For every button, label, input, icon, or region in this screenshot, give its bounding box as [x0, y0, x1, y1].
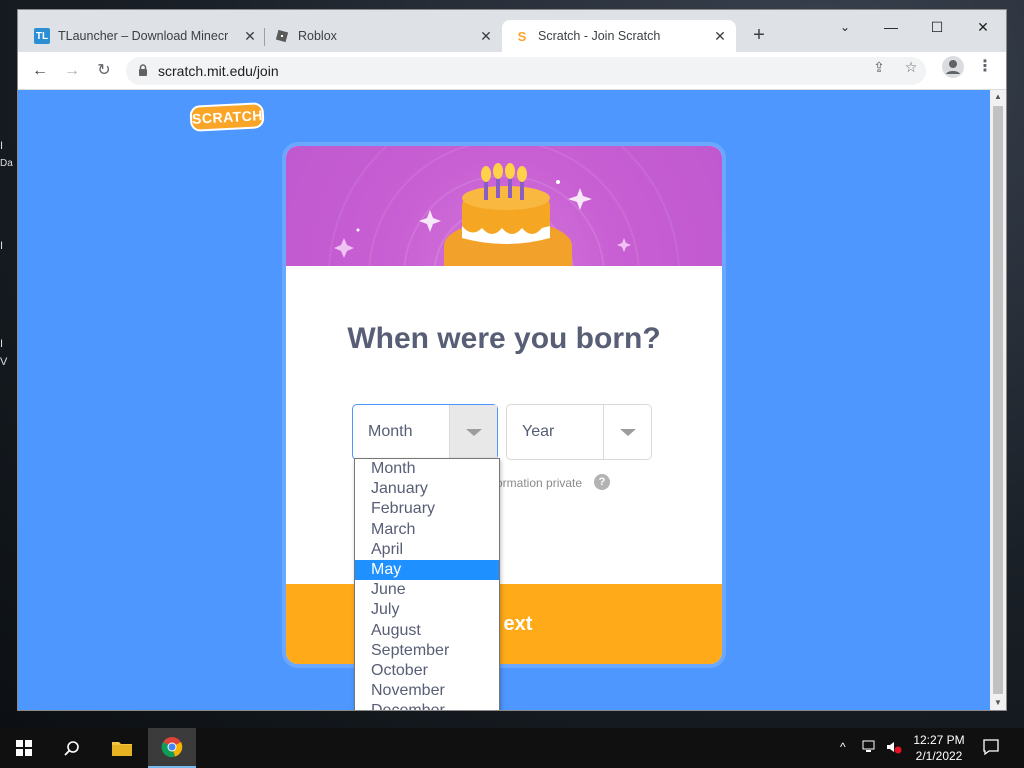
- close-tab-icon[interactable]: ✕: [242, 28, 258, 44]
- tab-separator: [264, 28, 265, 46]
- help-icon[interactable]: ?: [594, 474, 610, 490]
- lock-icon: [138, 63, 150, 79]
- month-option[interactable]: December: [355, 701, 499, 710]
- page-title: When were you born?: [347, 322, 661, 355]
- tlauncher-favicon-icon: TL: [34, 28, 50, 44]
- month-option[interactable]: June: [355, 580, 499, 600]
- month-select[interactable]: Month: [352, 404, 498, 460]
- tab-tlauncher[interactable]: TL TLauncher – Download Minecraft ✕: [34, 20, 258, 52]
- chevron-down-icon: [466, 429, 482, 436]
- next-button[interactable]: ext: [286, 584, 722, 664]
- month-option[interactable]: February: [355, 499, 499, 519]
- profile-avatar-icon[interactable]: [942, 56, 964, 78]
- bookmark-star-icon[interactable]: ☆: [902, 58, 920, 76]
- join-modal: When were you born? Month Year ormation …: [282, 142, 726, 668]
- close-tab-icon[interactable]: ✕: [478, 28, 494, 44]
- tab-title: Scratch - Join Scratch: [538, 29, 661, 43]
- chevron-down-icon: [620, 429, 636, 436]
- desktop-icon-label[interactable]: V: [0, 356, 18, 368]
- birthday-cake-illustration: [328, 146, 680, 452]
- taskbar: ^ 12:27 PM 2/1/2022: [0, 728, 1024, 768]
- month-option[interactable]: August: [355, 621, 499, 641]
- back-arrow-icon[interactable]: ←: [29, 60, 51, 82]
- maximize-button[interactable]: ☐: [922, 16, 952, 38]
- desktop-icon-label[interactable]: Da: [0, 158, 18, 169]
- month-option[interactable]: Month: [355, 459, 499, 479]
- scroll-down-arrow-icon[interactable]: ▼: [990, 696, 1006, 710]
- scrollbar-thumb[interactable]: [993, 106, 1003, 694]
- month-option[interactable]: March: [355, 520, 499, 540]
- scroll-up-arrow-icon[interactable]: ▲: [990, 90, 1006, 104]
- windows-start-icon[interactable]: [0, 728, 48, 768]
- menu-kebab-icon[interactable]: ⋮: [976, 58, 994, 76]
- next-button-label: ext: [503, 613, 533, 635]
- desktop-icon-label[interactable]: I: [0, 338, 18, 350]
- vertical-scrollbar[interactable]: ▲ ▼: [990, 90, 1006, 710]
- page-viewport: SCRATCH When were you born? Month Year o…: [18, 90, 1006, 710]
- show-hidden-icons-chevron-up-icon[interactable]: ^: [840, 740, 846, 754]
- notification-center-icon[interactable]: [982, 738, 1000, 759]
- tab-strip: TL TLauncher – Download Minecraft ✕ Robl…: [18, 10, 1006, 52]
- desktop-icon-label[interactable]: I: [0, 240, 18, 252]
- network-icon[interactable]: [862, 740, 878, 757]
- file-explorer-folder-icon[interactable]: [98, 728, 146, 768]
- month-option[interactable]: October: [355, 661, 499, 681]
- share-icon[interactable]: ⇪: [870, 58, 888, 76]
- month-option[interactable]: July: [355, 600, 499, 620]
- search-icon[interactable]: [48, 728, 96, 768]
- month-select-arrow[interactable]: [449, 405, 497, 459]
- scratch-logo[interactable]: SCRATCH: [189, 102, 265, 132]
- clock-date: 2/1/2022: [915, 749, 963, 763]
- tab-scratch[interactable]: S Scratch - Join Scratch ✕: [502, 20, 736, 52]
- year-select-arrow[interactable]: [603, 405, 651, 459]
- tab-title: TLauncher – Download Minecraft: [58, 29, 228, 43]
- month-option[interactable]: September: [355, 641, 499, 661]
- close-window-button[interactable]: ✕: [968, 16, 998, 38]
- privacy-note: ormation private: [496, 476, 583, 490]
- tab-title: Roblox: [298, 29, 337, 43]
- reload-icon[interactable]: ↻: [93, 60, 115, 82]
- month-option[interactable]: April: [355, 540, 499, 560]
- system-clock[interactable]: 12:27 PM 2/1/2022: [904, 732, 974, 764]
- minimize-button[interactable]: —: [876, 16, 906, 38]
- year-select[interactable]: Year: [506, 404, 652, 460]
- month-option-highlighted[interactable]: May: [355, 559, 499, 581]
- new-tab-button[interactable]: +: [748, 25, 770, 45]
- scratch-favicon-icon: S: [517, 28, 527, 44]
- desktop-icon-label[interactable]: I: [0, 140, 18, 152]
- month-select-value: Month: [368, 423, 413, 440]
- volume-muted-icon[interactable]: [886, 740, 902, 757]
- month-option[interactable]: November: [355, 681, 499, 701]
- chrome-taskbar-icon[interactable]: [148, 728, 196, 768]
- tab-roblox[interactable]: Roblox ✕: [274, 20, 494, 52]
- forward-arrow-icon[interactable]: →: [61, 60, 83, 82]
- address-bar[interactable]: scratch.mit.edu/join: [126, 57, 926, 85]
- roblox-favicon-icon: [274, 28, 290, 44]
- month-dropdown-list[interactable]: Month January February March April May J…: [354, 458, 500, 710]
- browser-toolbar: ← → ↻ scratch.mit.edu/join ⇪ ☆ ⋮: [18, 52, 1006, 90]
- month-option[interactable]: January: [355, 479, 499, 499]
- clock-time: 12:27 PM: [913, 733, 965, 747]
- birthday-banner: [286, 146, 722, 452]
- year-select-value: Year: [522, 423, 555, 440]
- tab-search-chevron-down-icon[interactable]: ⌄: [830, 16, 860, 38]
- url-text: scratch.mit.edu/join: [158, 63, 279, 79]
- close-tab-icon[interactable]: ✕: [712, 28, 728, 44]
- browser-window: TL TLauncher – Download Minecraft ✕ Robl…: [18, 10, 1006, 710]
